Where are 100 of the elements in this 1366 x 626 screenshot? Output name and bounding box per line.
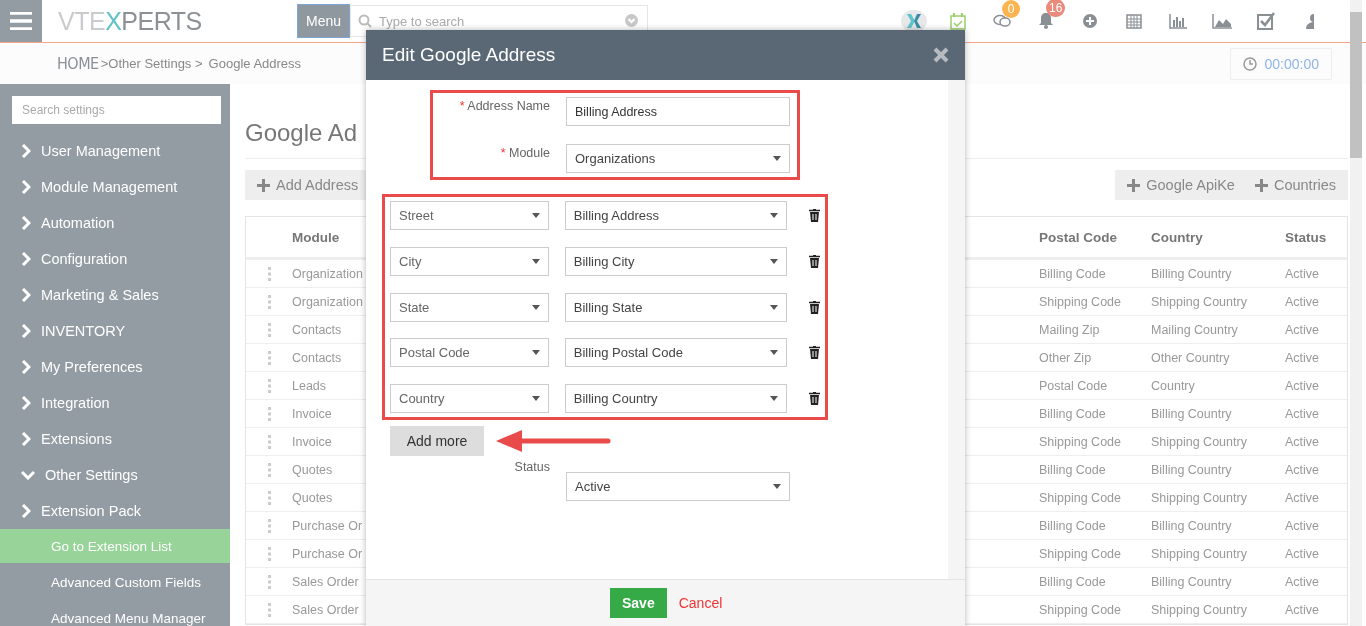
breadcrumb-link[interactable]: HOME [57, 54, 99, 73]
table-cell: Sales Order [292, 574, 359, 589]
input-field[interactable]: Billing Address [566, 97, 790, 126]
chevron-right-icon [21, 396, 31, 410]
caret-icon [773, 156, 781, 161]
sidebar-item[interactable]: INVENTORY [0, 313, 230, 349]
table-cell: Billing Country [1151, 574, 1232, 589]
sidebar-subitem[interactable]: Advanced Menu Manager [0, 601, 230, 626]
delete-button[interactable] [809, 209, 820, 222]
drag-handle-icon[interactable] [267, 518, 271, 533]
select-field[interactable]: Billing City [564, 246, 787, 276]
calendar-icon[interactable] [1126, 13, 1142, 29]
table-cell: Active [1285, 294, 1320, 309]
drag-handle-icon[interactable] [267, 378, 271, 393]
sidebar-item[interactable]: Configuration [0, 241, 230, 277]
delete-button[interactable] [809, 392, 820, 405]
close-button[interactable] [933, 47, 949, 63]
clock-icon [1242, 56, 1257, 71]
table-cell: Active [1285, 546, 1320, 561]
menu-button[interactable]: Menu [297, 4, 351, 38]
sidebar-item[interactable]: Other Settings [0, 457, 230, 493]
timer[interactable]: 00:00:00 [1229, 47, 1332, 80]
area-chart-icon[interactable] [1212, 13, 1232, 29]
table-cell: Shipping Country [1151, 294, 1247, 309]
drag-handle-icon[interactable] [267, 350, 271, 365]
breadcrumb-link[interactable]: Google Address [208, 56, 302, 71]
sidebar-item[interactable]: User Management [0, 133, 230, 169]
drag-handle-icon[interactable] [267, 574, 271, 589]
column-header: Country [1151, 229, 1203, 245]
drag-handle-icon[interactable] [267, 490, 271, 505]
select-field[interactable]: City [390, 246, 549, 276]
table-cell: Billing Code [1039, 462, 1106, 477]
table-cell: Active [1285, 322, 1320, 337]
add-address-button[interactable]: Add Address [257, 177, 359, 193]
drag-handle-icon[interactable] [267, 462, 271, 477]
drag-handle-icon[interactable] [267, 322, 271, 337]
drag-handle-icon[interactable] [267, 266, 271, 281]
drag-handle-icon[interactable] [267, 434, 271, 449]
sidebar-item[interactable]: My Preferences [0, 349, 230, 385]
select-field[interactable]: Billing Postal Code [564, 338, 787, 368]
add-icon[interactable] [1083, 14, 1097, 28]
dialog-title: Edit Google Address [382, 44, 556, 66]
user-icon[interactable] [1306, 13, 1314, 29]
sidebar-item[interactable]: Automation [0, 205, 230, 241]
table-cell: Sales Order [292, 602, 359, 617]
scrollbar[interactable] [948, 80, 965, 579]
action-button[interactable]: Countries [1254, 177, 1336, 193]
chevron-right-icon [21, 324, 31, 338]
table-cell: Billing Code [1039, 406, 1106, 421]
page-title: Google Ad [245, 119, 358, 146]
sidebar-subitem[interactable]: Advanced Custom Fields [0, 565, 230, 599]
delete-button[interactable] [809, 254, 820, 268]
column-header: Postal Code [1039, 229, 1117, 245]
drag-handle-icon[interactable] [267, 406, 271, 421]
select-field[interactable]: State [390, 292, 549, 322]
select-field[interactable]: Billing Country [564, 384, 787, 413]
drag-handle-icon[interactable] [267, 602, 271, 617]
select-field[interactable]: Street [390, 201, 549, 230]
table-cell: Shipping Country [1151, 490, 1247, 505]
select-field[interactable]: Billing State [564, 292, 787, 322]
select-field[interactable]: Organizations [566, 144, 790, 173]
delete-button[interactable] [809, 300, 820, 314]
sidebar-item[interactable]: Module Management [0, 169, 230, 205]
select-field[interactable]: Postal Code [390, 338, 549, 368]
select-field[interactable]: Active [566, 472, 790, 501]
drag-handle-icon[interactable] [267, 294, 271, 309]
checkbox-icon[interactable] [1257, 12, 1275, 30]
action-button[interactable]: Google ApiKe [1127, 177, 1235, 193]
sidebar-item[interactable]: Extension Pack [0, 493, 230, 529]
breadcrumb-link[interactable]: >Other Settings > [100, 56, 203, 71]
select-field[interactable]: Billing Address [564, 201, 787, 230]
notification-badge: 16 [1046, 0, 1066, 17]
scrollbar[interactable] [1350, 0, 1362, 626]
table-cell: Purchase Or [292, 518, 363, 533]
settings-search-field[interactable]: Search settings [12, 96, 221, 124]
select-field[interactable]: Country [390, 384, 549, 413]
add-more-button[interactable]: Add more [390, 426, 484, 456]
sidebar-item[interactable]: Integration [0, 385, 230, 421]
table-cell: Shipping Code [1039, 602, 1121, 617]
field-label: * Module [499, 146, 550, 160]
table-cell: Country [1151, 378, 1195, 393]
delete-button[interactable] [809, 346, 820, 360]
table-cell: Active [1285, 434, 1320, 449]
drag-handle-icon[interactable] [267, 546, 271, 561]
table-cell: Organization [292, 294, 363, 309]
bell-icon[interactable] [1039, 13, 1053, 29]
table-cell: Active [1285, 406, 1320, 421]
bar-chart-icon[interactable] [1169, 13, 1187, 29]
calendar-check-icon[interactable] [950, 12, 966, 30]
save-button[interactable]: Save [610, 588, 667, 618]
sidebar-item[interactable]: Marketing & Sales [0, 277, 230, 313]
cancel-link[interactable]: Cancel [678, 595, 723, 611]
table-cell: Contacts [292, 322, 342, 337]
table-cell: Active [1285, 574, 1320, 589]
table-cell: Other Zip [1039, 350, 1092, 365]
table-cell: Active [1285, 490, 1320, 505]
chat-icon[interactable] [993, 14, 1011, 28]
menu-button[interactable] [0, 0, 42, 42]
sidebar-subitem[interactable]: Go to Extension List [0, 529, 230, 563]
sidebar-item[interactable]: Extensions [0, 421, 230, 457]
